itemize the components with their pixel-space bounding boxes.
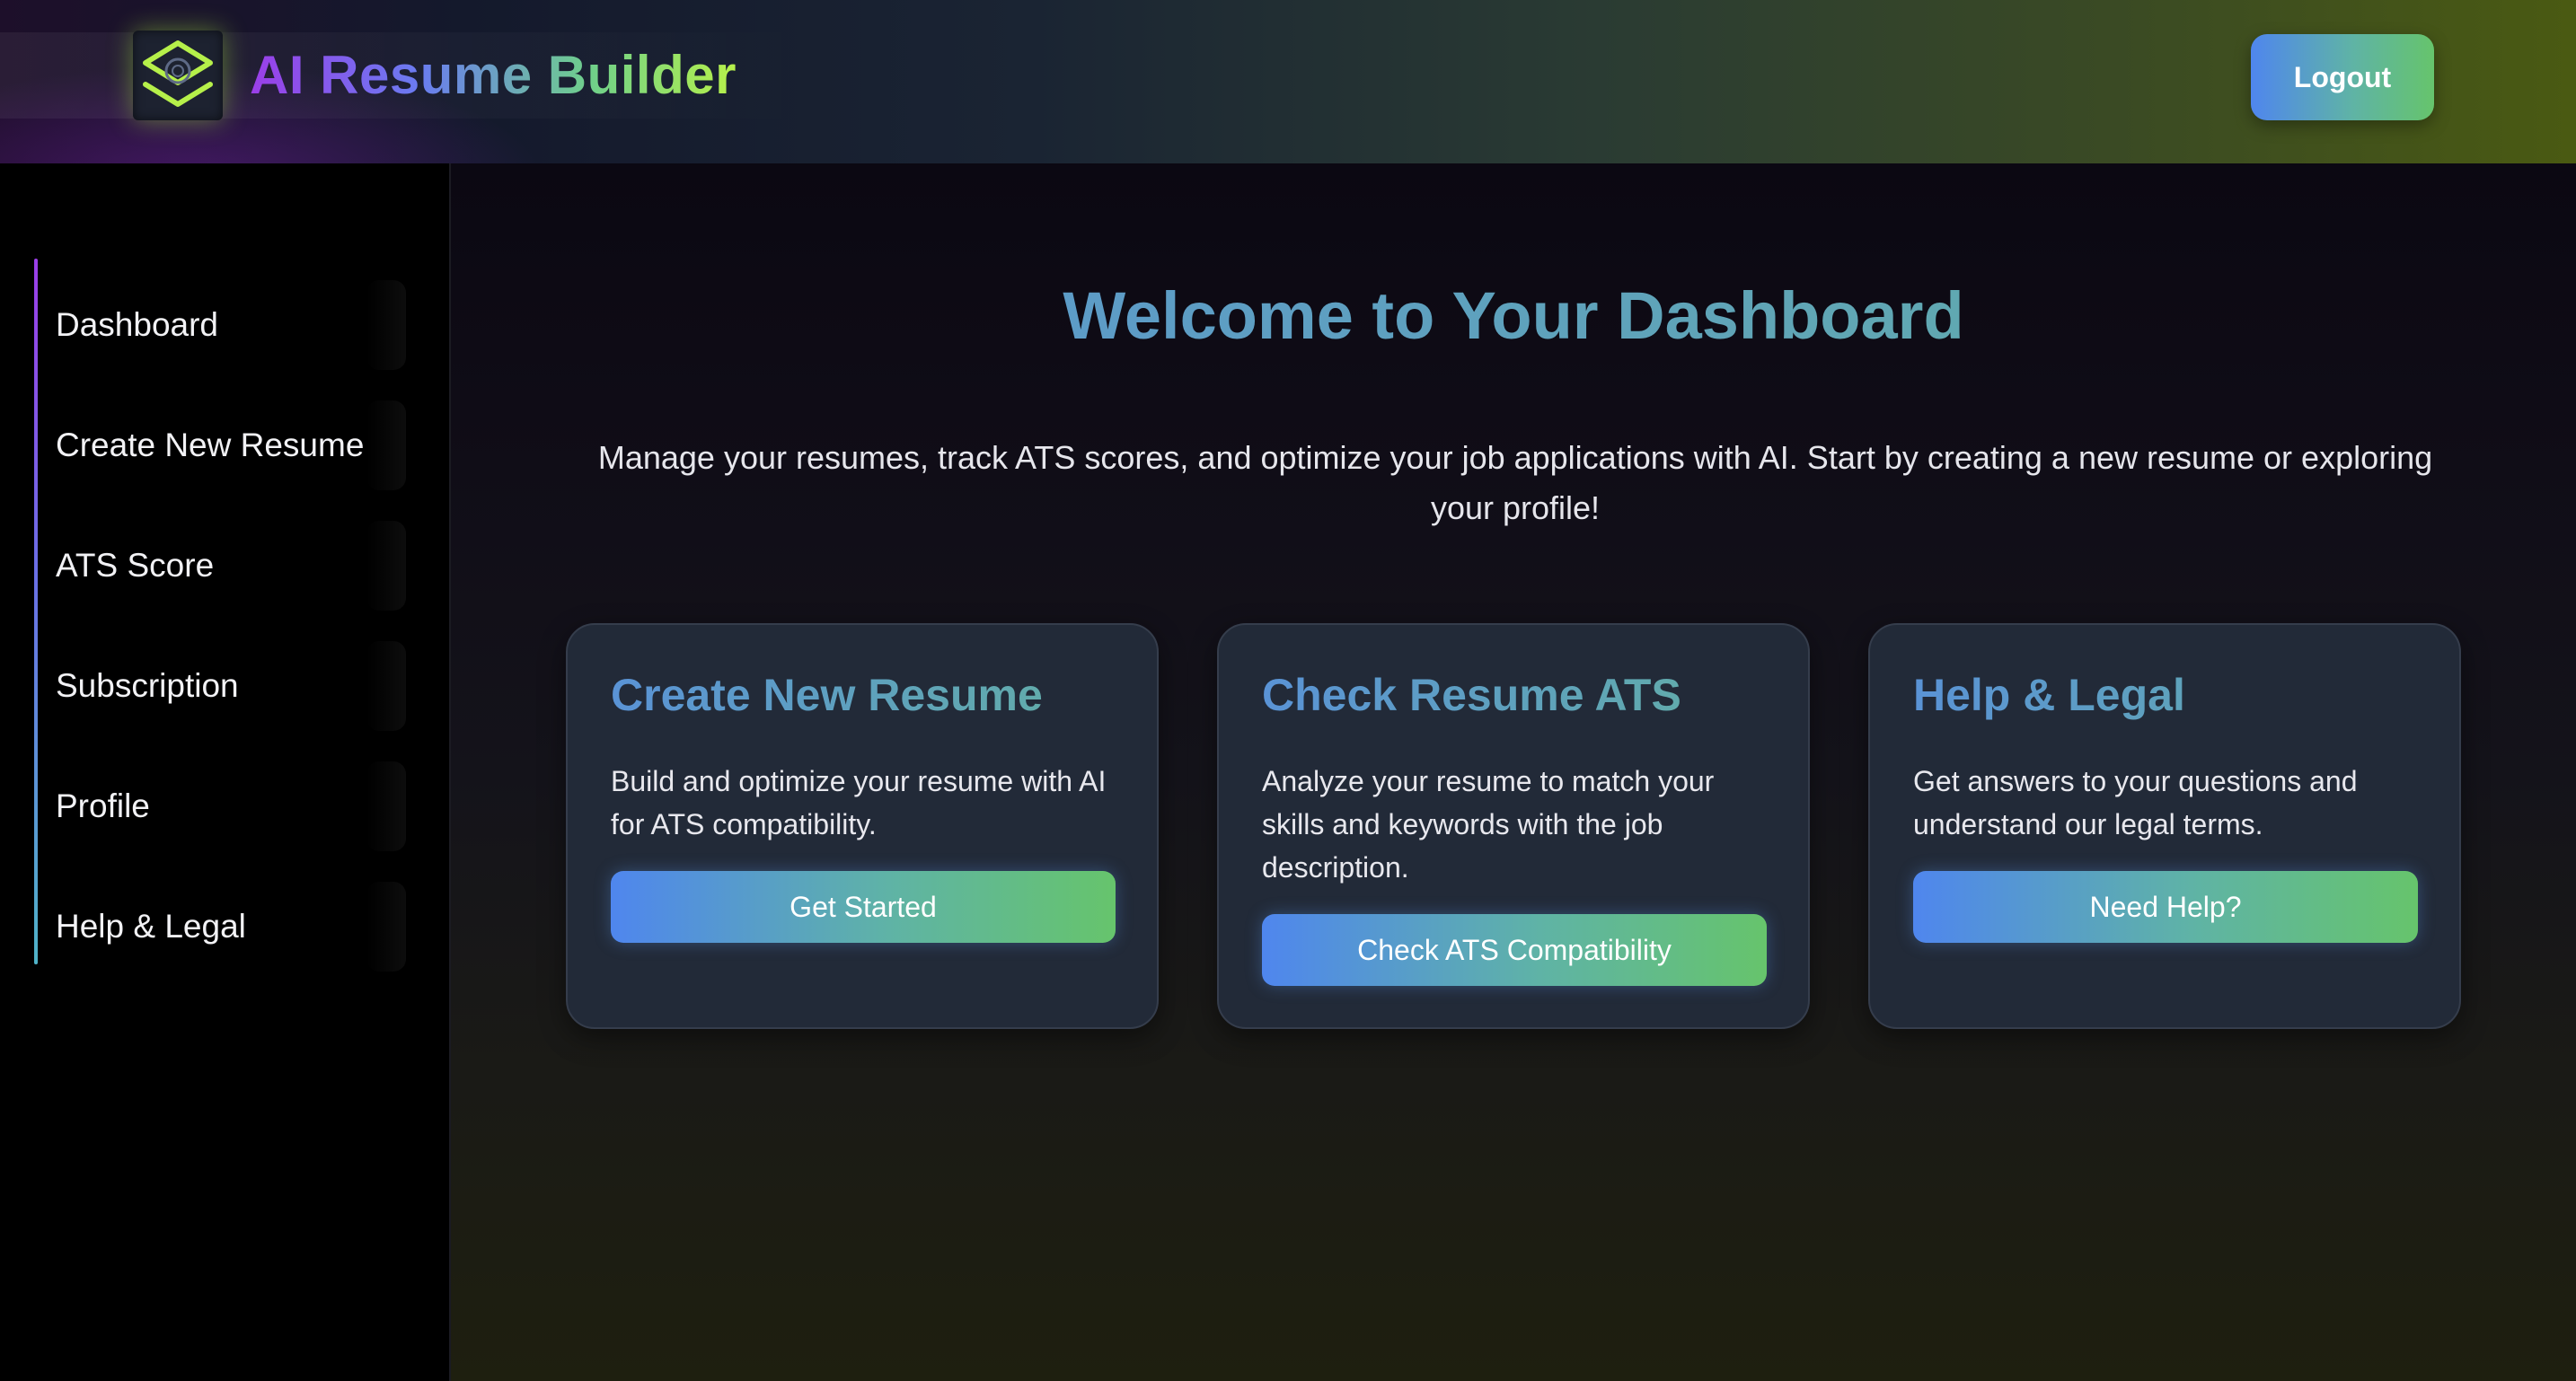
sidebar-item-label: Subscription: [56, 667, 239, 704]
brand-title[interactable]: AI Resume Builder: [250, 40, 737, 111]
card-check-resume-ats: Check Resume ATS Analyze your resume to …: [1217, 623, 1810, 1029]
sidebar-item-ats-score[interactable]: ATS Score: [56, 521, 406, 611]
card-description: Build and optimize your resume with AI f…: [611, 765, 1107, 840]
page-title: Welcome to Your Dashboard: [451, 271, 2576, 361]
card-create-new-resume: Create New Resume Build and optimize you…: [566, 623, 1159, 1029]
sidebar-item-chip: [366, 882, 406, 972]
need-help-button[interactable]: Need Help?: [1913, 871, 2418, 943]
sidebar-item-chip: [366, 641, 406, 731]
sidebar-item-help-legal[interactable]: Help & Legal: [56, 882, 406, 972]
sidebar-item-label: Create New Resume: [56, 427, 365, 463]
card-title: Check Resume ATS: [1262, 666, 1783, 724]
logout-button[interactable]: Logout: [2251, 34, 2434, 120]
app-root: AI Resume Builder Logout Dashboard Creat…: [0, 0, 2576, 1381]
sidebar-rail: [34, 259, 38, 964]
card-title: Create New Resume: [611, 666, 1132, 724]
sidebar-item-subscription[interactable]: Subscription: [56, 641, 406, 731]
sidebar-item-label: ATS Score: [56, 547, 215, 584]
card-help-legal: Help & Legal Get answers to your questio…: [1868, 623, 2461, 1029]
top-header: AI Resume Builder Logout: [0, 0, 2576, 163]
sidebar-item-chip: [366, 280, 406, 370]
page-title-text: Welcome to Your Dashboard: [1063, 278, 1964, 353]
sidebar-item-dashboard[interactable]: Dashboard: [56, 280, 406, 370]
sidebar-item-label: Dashboard: [56, 306, 219, 343]
sidebar-item-chip: [366, 521, 406, 611]
sidebar-item-chip: [366, 761, 406, 851]
main-content: Welcome to Your Dashboard Manage your re…: [451, 163, 2576, 1381]
layers-logo-svg: [143, 40, 213, 107]
card-title: Help & Legal: [1913, 666, 2434, 724]
sidebar-item-label: Profile: [56, 787, 150, 824]
sidebar-item-create-new-resume[interactable]: Create New Resume: [56, 400, 406, 490]
sidebar: Dashboard Create New Resume ATS Score Su…: [0, 163, 451, 1381]
card-description: Analyze your resume to match your skills…: [1262, 765, 1715, 884]
sidebar-item-label: Help & Legal: [56, 908, 246, 945]
check-ats-compatibility-button[interactable]: Check ATS Compatibility: [1262, 914, 1767, 986]
sidebar-item-profile[interactable]: Profile: [56, 761, 406, 851]
card-description: Get answers to your questions and unders…: [1913, 765, 2358, 840]
intro-text: Manage your resumes, track ATS scores, a…: [597, 439, 2433, 526]
get-started-button[interactable]: Get Started: [611, 871, 1116, 943]
layers-logo-icon[interactable]: [133, 31, 223, 120]
sidebar-item-chip: [366, 400, 406, 490]
